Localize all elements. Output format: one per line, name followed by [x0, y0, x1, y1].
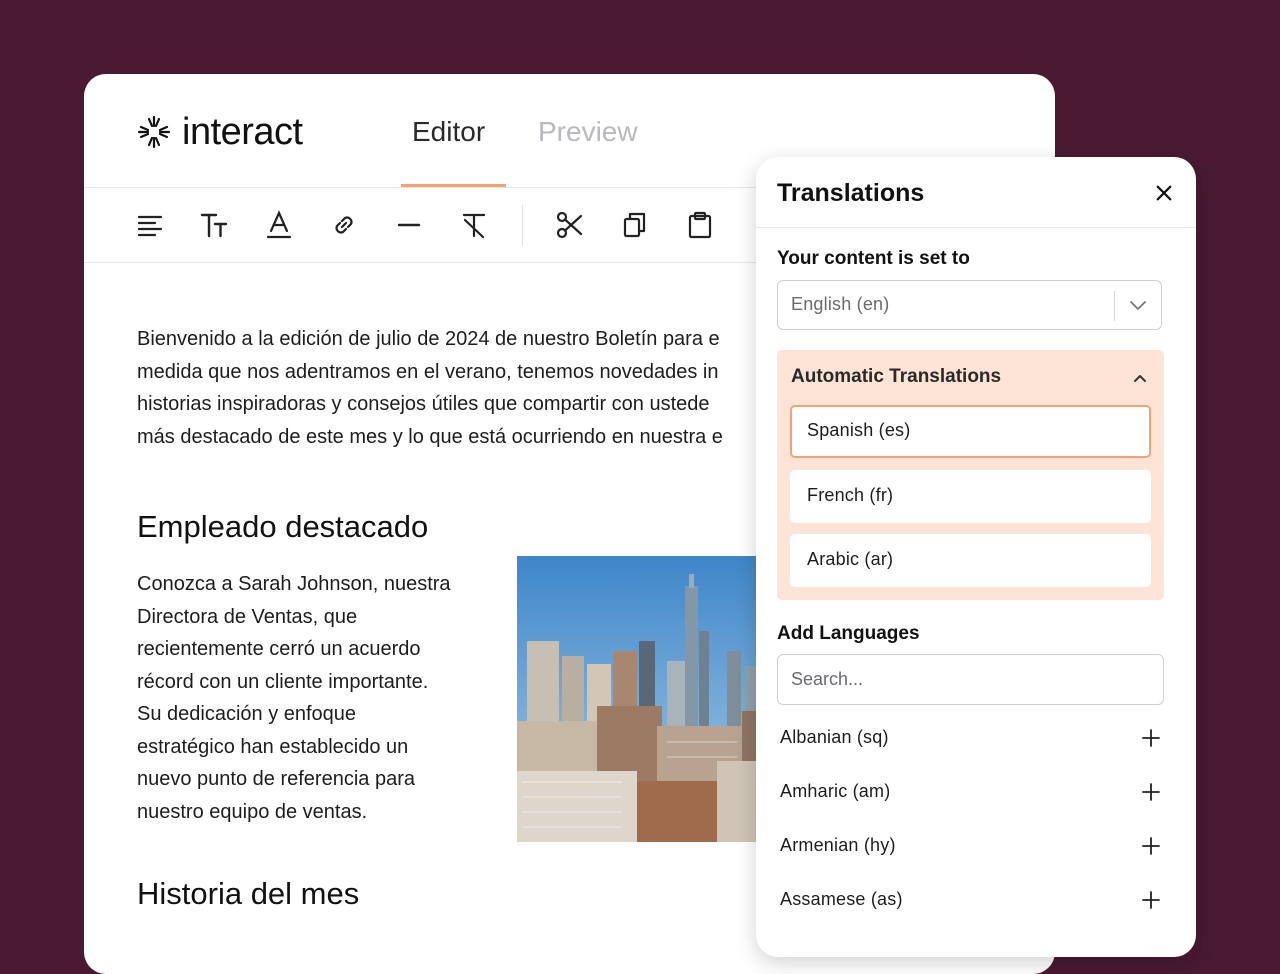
language-name: Albanian (sq) [780, 727, 889, 747]
employee-paragraph[interactable]: Conozca a Sarah Johnson, nuestra Directo… [137, 568, 451, 828]
employee-line: récord con un cliente importante. [137, 670, 429, 693]
available-language-item[interactable]: Armenian (hy) [780, 827, 1164, 867]
select-separator [1114, 291, 1115, 321]
text-size-icon [200, 213, 228, 238]
available-language-item[interactable]: Assamese (as) [780, 881, 1164, 921]
close-icon [1156, 185, 1172, 201]
auto-language-item[interactable]: French (fr) [790, 470, 1151, 523]
employee-line: nuevo punto de referencia para [137, 768, 415, 790]
add-languages-label: Add Languages [777, 623, 920, 644]
tab-editor[interactable]: Editor [412, 114, 485, 150]
text-color-button[interactable] [260, 206, 298, 244]
language-name: Amharic (am) [780, 781, 891, 801]
employee-line: Su dedicación y enfoque [137, 703, 357, 725]
clear-format-button[interactable] [455, 206, 493, 244]
employee-line: Directora de Ventas, que [137, 605, 358, 628]
tab-preview[interactable]: Preview [538, 114, 638, 150]
auto-language-item[interactable]: Spanish (es) [790, 405, 1151, 458]
clear-format-icon [462, 213, 486, 239]
paste-icon [688, 211, 712, 239]
employee-line: estratégico han establecido un [137, 735, 409, 758]
auto-language-item[interactable]: Arabic (ar) [790, 534, 1151, 587]
chevron-down-icon [1130, 301, 1146, 310]
panel-divider [756, 227, 1196, 228]
panel-title: Translations [777, 179, 925, 207]
content-language-label: Your content is set to [777, 248, 970, 269]
copy-icon [623, 212, 646, 238]
plus-icon[interactable] [1140, 727, 1162, 749]
intro-line: Bienvenido a la edición de julio de 2024… [137, 328, 720, 350]
text-size-button[interactable] [195, 206, 233, 244]
language-name: Assamese (as) [780, 889, 903, 909]
cut-button[interactable] [551, 206, 589, 244]
link-icon [335, 216, 353, 234]
interact-logo: interact [136, 112, 303, 152]
close-button[interactable] [1152, 181, 1176, 205]
employee-line: nuestro equipo de ventas. [137, 800, 368, 823]
available-language-item[interactable]: Amharic (am) [780, 773, 1164, 813]
text-color-icon [266, 210, 292, 239]
content-language-select[interactable]: English (en) [777, 280, 1162, 330]
available-language-item[interactable]: Albanian (sq) [780, 719, 1164, 759]
align-left-button[interactable] [131, 206, 169, 244]
automatic-translations-title[interactable]: Automatic Translations [791, 366, 1001, 388]
horizontal-rule-button[interactable] [390, 206, 428, 244]
intro-line: más destacado de este mes y lo que está … [137, 425, 723, 448]
employee-line: Conozca a Sarah Johnson, nuestra [137, 573, 451, 595]
translations-panel: Translations Your content is set to Engl… [756, 157, 1196, 957]
intro-paragraph[interactable]: Bienvenido a la edición de julio de 2024… [137, 323, 723, 453]
cut-icon [556, 211, 583, 239]
employee-heading[interactable]: Empleado destacado [137, 509, 428, 545]
intro-line: medida que nos adentramos en el verano, … [137, 360, 719, 383]
link-button[interactable] [325, 206, 363, 244]
toolbar-separator [522, 204, 523, 246]
paste-button[interactable] [681, 206, 719, 244]
plus-icon[interactable] [1140, 781, 1162, 803]
chevron-up-icon[interactable] [1130, 368, 1150, 388]
brand-name: interact [182, 111, 303, 153]
interact-logo-icon [137, 115, 171, 149]
story-heading[interactable]: Historia del mes [137, 876, 359, 912]
automatic-translations-section: Automatic Translations Spanish (es) Fren… [777, 350, 1164, 600]
copy-button[interactable] [616, 206, 654, 244]
language-name: Armenian (hy) [780, 835, 896, 855]
content-language-value: English (en) [791, 294, 890, 314]
horizontal-rule-icon [397, 223, 421, 227]
align-left-icon [137, 215, 163, 237]
employee-line: recientemente cerró un acuerdo [137, 638, 421, 660]
language-search-input[interactable] [777, 654, 1164, 705]
plus-icon[interactable] [1140, 835, 1162, 857]
intro-line: historias inspiradoras y consejos útiles… [137, 393, 710, 415]
plus-icon[interactable] [1140, 889, 1162, 911]
